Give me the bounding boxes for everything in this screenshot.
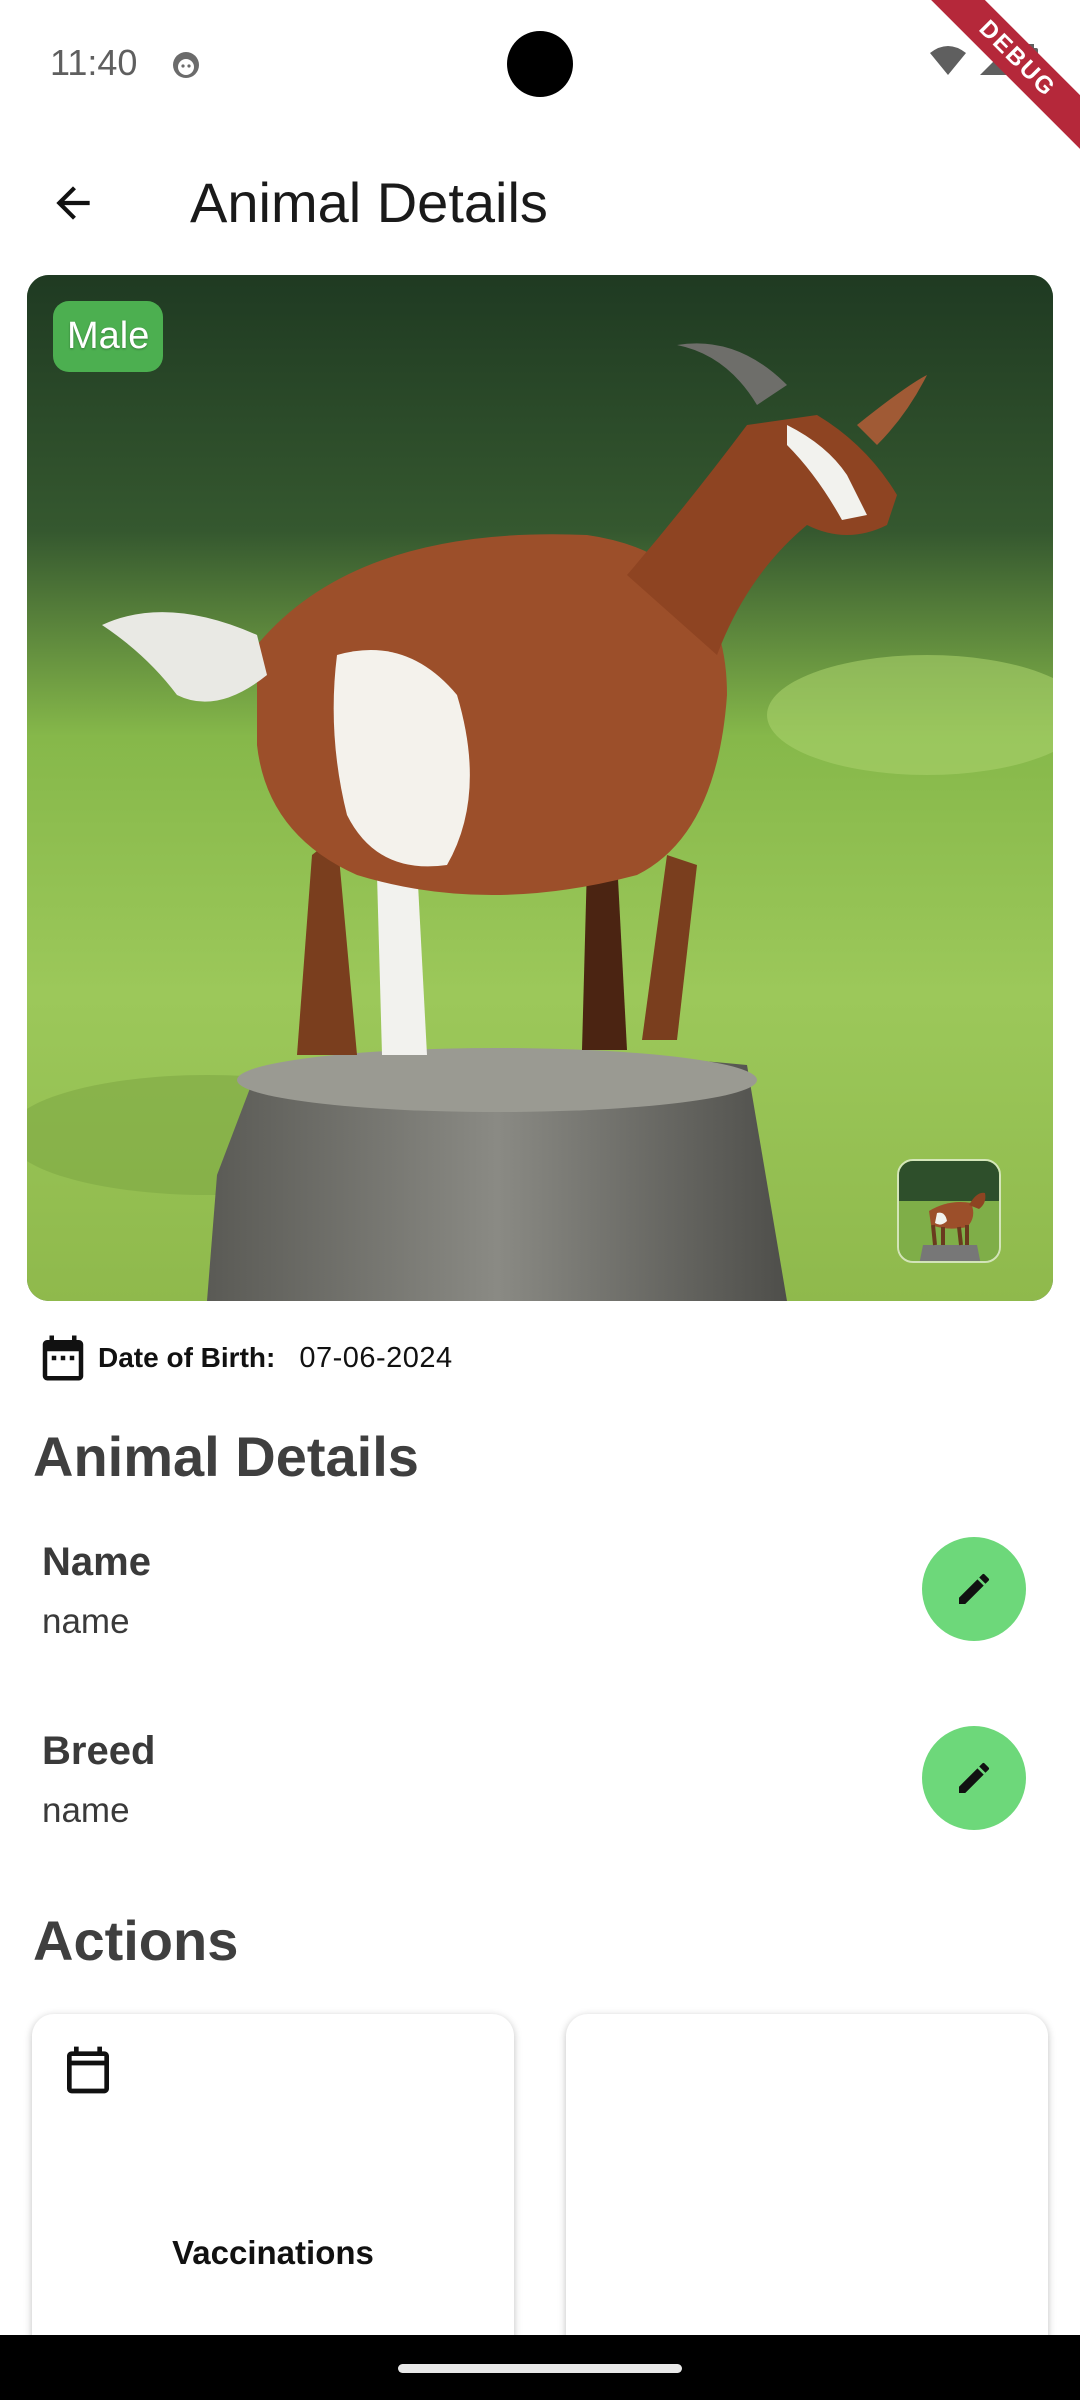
debug-banner: DEBUG (915, 0, 1080, 161)
app-bar: Animal Details (0, 140, 1080, 260)
home-gesture-handle[interactable] (398, 2364, 682, 2373)
name-value: name (42, 1602, 130, 1641)
animal-details-heading: Animal Details (33, 1425, 419, 1488)
name-row: Name name (42, 1537, 1026, 1660)
back-button[interactable] (30, 160, 116, 246)
status-bar: 11:40 DEBUG (0, 0, 1080, 161)
app-notification-icon (173, 52, 199, 78)
actions-heading: Actions (33, 1909, 239, 1972)
vaccinations-label: Vaccinations (172, 2234, 374, 2271)
camera-cutout (507, 31, 573, 97)
goat-photo (27, 275, 1053, 1301)
page-title: Animal Details (190, 171, 548, 234)
action-card-2[interactable] (566, 2014, 1048, 2374)
breed-value: name (42, 1791, 130, 1830)
breed-row: Breed name (42, 1726, 1026, 1849)
date-of-birth-label: Date of Birth: (98, 1342, 276, 1373)
goat-thumbnail-image (899, 1161, 999, 1261)
date-of-birth-row: Date of Birth: 07-06-2024 (36, 1328, 453, 1388)
system-navigation-bar (0, 2335, 1080, 2400)
gender-badge: Male (53, 301, 164, 372)
photo-thumbnail[interactable] (897, 1159, 1001, 1263)
calendar-icon (42, 1335, 84, 1381)
calendar-icon (67, 2046, 109, 2094)
vaccinations-card[interactable]: Vaccinations (32, 2014, 514, 2374)
date-of-birth-value: 07-06-2024 (299, 1341, 453, 1374)
breed-label: Breed (42, 1729, 156, 1773)
wifi-icon (930, 46, 966, 75)
animal-photo[interactable]: Male (27, 275, 1053, 1301)
pencil-icon (959, 1762, 990, 1793)
status-time: 11:40 (50, 42, 138, 83)
edit-name-button[interactable] (922, 1537, 1026, 1641)
pencil-icon (959, 1573, 990, 1604)
edit-breed-button[interactable] (922, 1726, 1026, 1830)
name-label: Name (42, 1540, 151, 1584)
arrow-left-icon (56, 186, 90, 220)
